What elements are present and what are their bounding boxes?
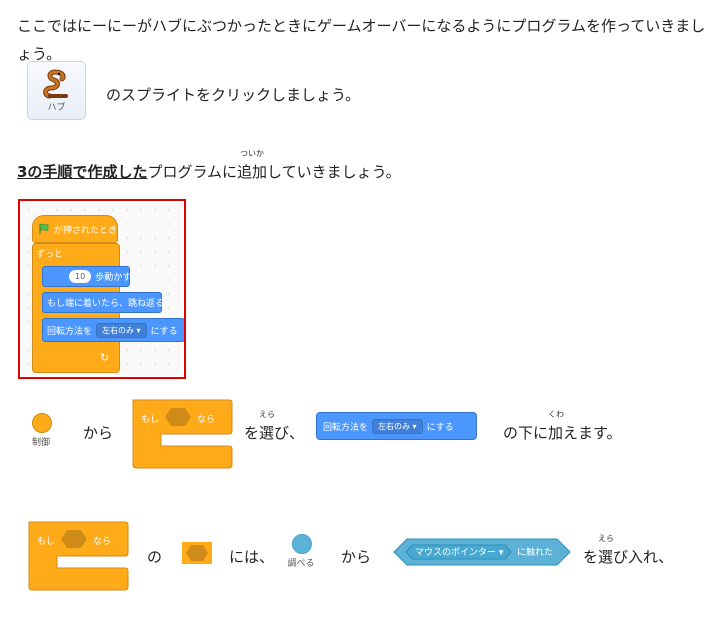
set-rotation-style-block-palette[interactable]: 回転方法を 左右のみ ▾ にする (316, 412, 477, 440)
ruby-base: 加 (548, 424, 564, 442)
touching-dropdown[interactable]: マウスのポインター ▾ (415, 545, 503, 558)
ruby-text: えら (598, 534, 615, 543)
sensing-category-icon[interactable] (292, 534, 312, 554)
if-moshi: もし (141, 415, 160, 425)
ruby-kuwae: 加くわ (548, 411, 564, 445)
ruby-erabi: 選えら (598, 535, 614, 569)
bounce-on-edge-block[interactable]: もし端に着いたら、跳ね返る (42, 292, 165, 313)
if-nara: なら (93, 537, 112, 547)
step-heading-tail: していきましょう。 (267, 163, 401, 181)
ruby-base: 追加 (237, 163, 268, 181)
line1-wo: を (244, 424, 260, 442)
touching-suffix: に触れた (517, 548, 554, 558)
line1-shita-ni: の下に (503, 424, 549, 442)
line2-kara: から (341, 548, 372, 566)
touching-block[interactable]: マウスのポインター ▾ に触れた (393, 538, 571, 566)
step-heading-text: プログラムに (147, 163, 238, 181)
line1-erabi-tail: び、 (274, 424, 305, 442)
touching-dropdown-value: マウスのポインター (415, 548, 497, 558)
snake-icon (43, 69, 68, 99)
if-block-shape (132, 399, 233, 469)
line1-tail: の下に加 くわえます。 (503, 411, 622, 445)
if-nara: なら (197, 415, 216, 425)
when-flag-clicked-block[interactable]: が押されたとき (32, 215, 118, 243)
if-moshi: もし (37, 537, 56, 547)
step-link[interactable]: 3の手順で作成した (17, 163, 147, 181)
sensing-category-label: 調べる (287, 559, 315, 569)
move-steps-block[interactable]: 10 歩動かす (42, 266, 132, 287)
control-category-label: 制御 (31, 438, 50, 448)
set-rotation-style-block[interactable]: 回転方法を 左右のみ ▾ にする (42, 318, 184, 342)
line2-no: の (147, 548, 163, 566)
control-category-icon[interactable] (32, 413, 52, 433)
ruby-erabi: 選えら (259, 411, 275, 445)
hat-label: が押されたとき (53, 225, 117, 236)
bounce-label: もし端に着いたら、跳ね返る (47, 299, 165, 309)
ruby-base: 選 (598, 548, 614, 566)
ruby-base: 選 (259, 424, 275, 442)
ruby-tsuika: 追加 ついか (237, 150, 268, 184)
line1-kuwae-tail: えます。 (563, 424, 622, 442)
if-block-shape (28, 521, 129, 591)
ruby-text: えら (259, 410, 276, 419)
loop-arrow-icon: ↻ (100, 351, 110, 364)
line2-tail: を選 えらび入れ、 (583, 535, 674, 569)
rotation-dropdown-value: 左右のみ (102, 325, 135, 335)
rotation-dropdown-value: 左右のみ (378, 421, 411, 431)
rotation-prefix: 回転方法を (47, 326, 93, 337)
line2-erabi-tail: び入れ、 (613, 548, 674, 566)
code-area: が押されたとき ずっと 10 歩動かす もし端に着いたら、跳ね返る 回転方法を … (22, 203, 184, 375)
line1-kara: から (83, 424, 114, 442)
if-block-line1[interactable]: もし なら (131, 397, 234, 473)
rotation-dropdown[interactable]: 左右のみ ▾ (372, 418, 423, 434)
forever-label: ずっと (36, 250, 64, 260)
line2-ni-wa: には、 (229, 548, 275, 566)
sprite-label: ハブ (47, 103, 66, 113)
sprite-instruction: のスプライトをクリックしましょう。 (106, 86, 361, 104)
move-steps-label: 歩動かす (95, 273, 132, 283)
rotation-suffix: にする (426, 422, 454, 433)
rotation-suffix: にする (150, 326, 178, 337)
line1-wo-erabi: を選 えらび、 (244, 411, 305, 445)
green-flag-icon (39, 223, 49, 234)
ruby-text: くわ (548, 410, 565, 419)
rotation-prefix: 回転方法を (323, 422, 369, 433)
line2-wo: を (583, 548, 599, 566)
rotation-dropdown[interactable]: 左右のみ ▾ (96, 322, 147, 338)
sprite-thumbnail-habu[interactable]: ハブ (27, 61, 86, 120)
step-heading: 3の手順で作成したプログラムに追加 ついか していきましょう。 (17, 150, 401, 184)
ruby-text: ついか (240, 149, 265, 158)
move-steps-value[interactable]: 10 (69, 270, 92, 283)
code-screenshot: が押されたとき ずっと 10 歩動かす もし端に着いたら、跳ね返る 回転方法を … (18, 199, 186, 379)
if-block-line2[interactable]: もし なら (27, 519, 130, 595)
intro-text: ここではにーにーがハブにぶつかったときにゲームオーバーになるようにプログラムを作… (17, 17, 706, 63)
hexagon-slot-icon (182, 542, 212, 564)
